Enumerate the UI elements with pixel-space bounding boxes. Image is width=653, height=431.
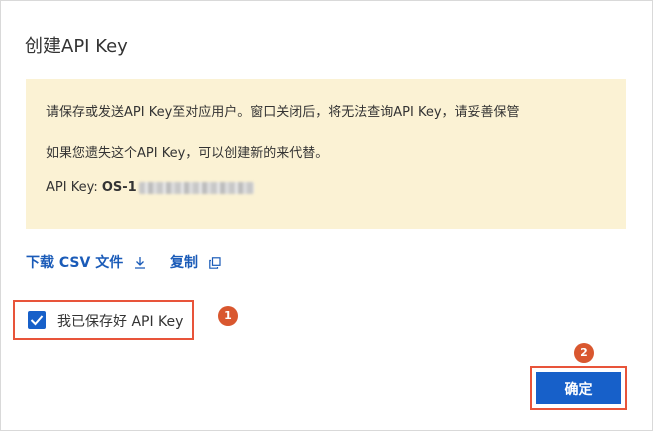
copy-link[interactable]: 复制 <box>170 252 221 272</box>
notice-lost-key-hint: 如果您遗失这个API Key，可以创建新的来代替。 <box>46 146 329 161</box>
dialog-title: 创建API Key <box>25 36 128 57</box>
saved-confirmation-highlight: 我已保存好 API Key <box>13 300 194 340</box>
checkmark-icon <box>30 315 44 326</box>
confirm-button[interactable]: 确定 <box>536 372 621 404</box>
api-key-value: OS-1 <box>101 180 137 195</box>
saved-confirmation-label[interactable]: 我已保存好 API Key <box>57 311 183 331</box>
download-csv-link[interactable]: 下载 CSV 文件 <box>26 252 146 272</box>
step-badge-2: 2 <box>574 343 594 363</box>
api-key-label: API Key: <box>46 180 102 195</box>
copy-label: 复制 <box>170 255 198 271</box>
create-api-key-dialog: 创建API Key 请保存或发送API Key至对应用户。窗口关闭后，将无法查询… <box>0 0 653 431</box>
api-key-notice: 请保存或发送API Key至对应用户。窗口关闭后，将无法查询API Key，请妥… <box>26 79 626 229</box>
download-csv-label: 下载 CSV 文件 <box>26 255 124 271</box>
step-badge-1: 1 <box>218 306 238 326</box>
confirm-button-highlight: 确定 <box>530 366 627 410</box>
notice-save-warning: 请保存或发送API Key至对应用户。窗口关闭后，将无法查询API Key，请妥… <box>46 105 520 120</box>
saved-confirmation-checkbox[interactable] <box>28 311 46 329</box>
download-icon <box>128 255 146 271</box>
copy-icon <box>203 255 221 271</box>
api-key-row: API Key: OS-1 <box>46 180 254 195</box>
api-key-redacted <box>138 181 254 194</box>
